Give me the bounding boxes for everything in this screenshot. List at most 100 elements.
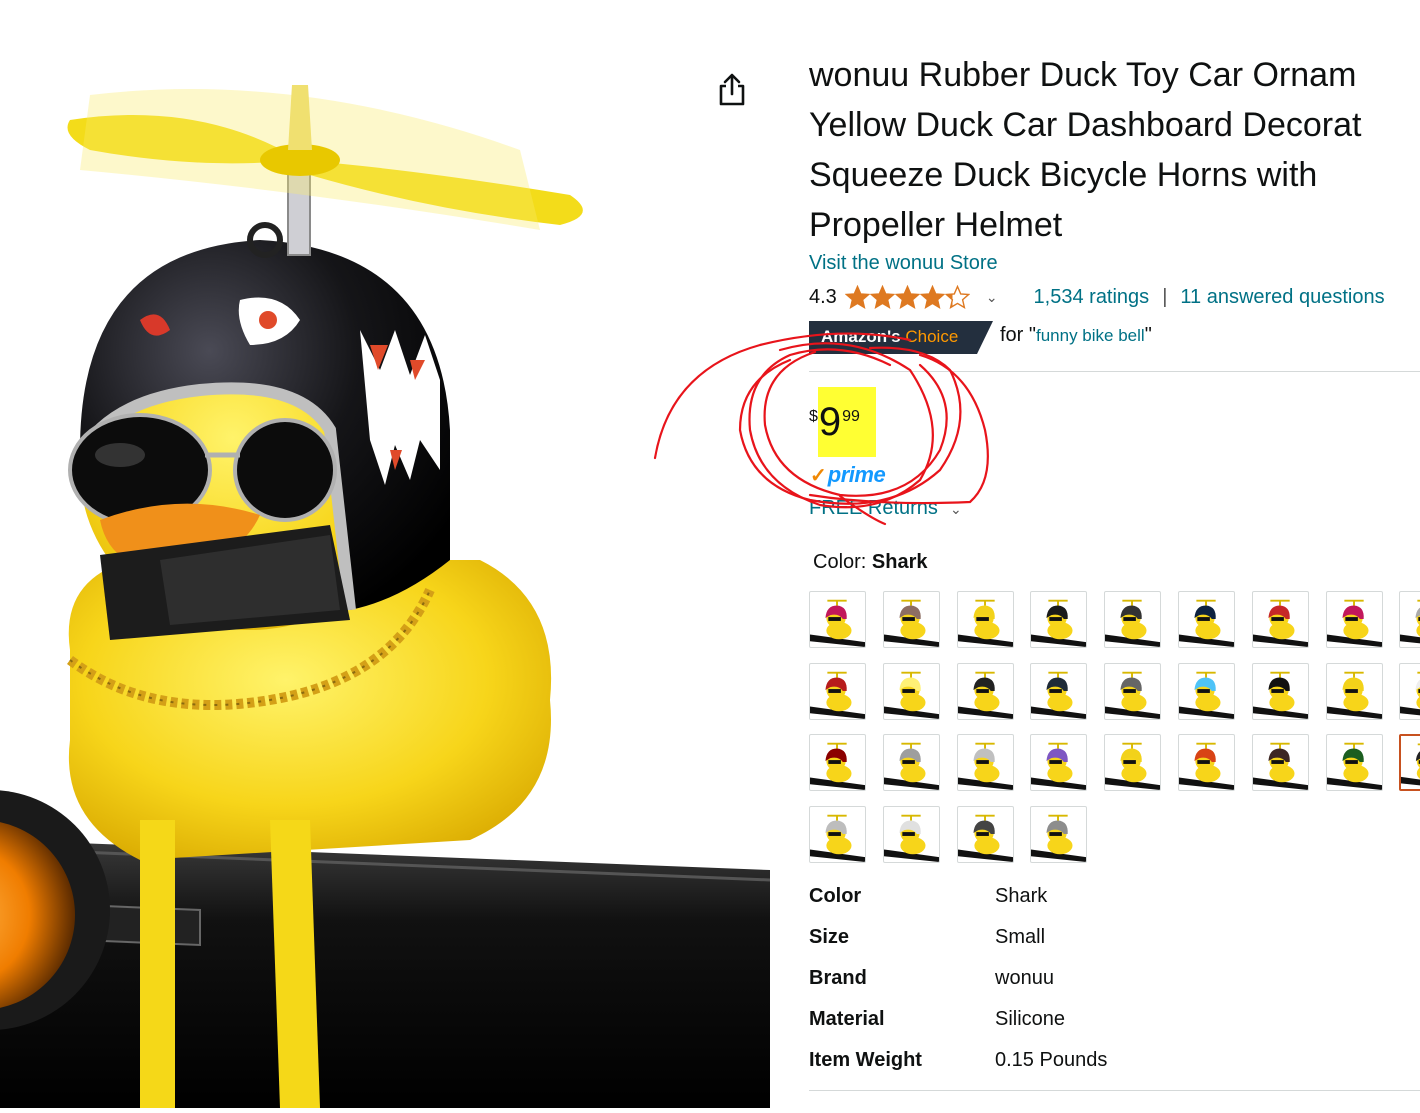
duck-thumbnail-icon xyxy=(1031,814,1087,862)
color-swatch[interactable] xyxy=(956,734,1014,791)
duck-thumbnail-icon xyxy=(1326,742,1382,790)
color-swatch[interactable] xyxy=(1104,591,1162,648)
duck-thumbnail-icon xyxy=(1031,742,1087,790)
color-swatch[interactable] xyxy=(1030,805,1088,863)
title-line: wonuu Rubber Duck Toy Car Ornam xyxy=(809,56,1357,94)
spec-label: Material xyxy=(809,1008,885,1030)
spec-value: wonuu xyxy=(995,967,1054,989)
color-swatch[interactable] xyxy=(1030,734,1088,791)
star-full-icon xyxy=(894,284,920,309)
duck-thumbnail-icon xyxy=(883,671,939,719)
amazons-choice-badge[interactable]: Amazon's Choice xyxy=(809,321,993,354)
duck-thumbnail-icon xyxy=(1105,599,1161,647)
color-label-prefix: Color: xyxy=(813,551,872,573)
color-swatch[interactable] xyxy=(882,805,940,863)
duck-thumbnail-icon xyxy=(1031,599,1087,647)
duck-thumbnail-icon xyxy=(957,671,1013,719)
title-line: Yellow Duck Car Dashboard Decorat xyxy=(809,106,1362,144)
duck-thumbnail-icon xyxy=(1400,599,1420,644)
price: $ 9 99 xyxy=(809,398,860,458)
color-swatch[interactable] xyxy=(1399,662,1420,720)
color-swatch[interactable] xyxy=(1251,591,1309,648)
color-swatch[interactable] xyxy=(809,805,866,863)
store-link[interactable]: Visit the wonuu Store xyxy=(809,252,998,275)
color-swatch[interactable] xyxy=(1178,591,1235,648)
share-button[interactable] xyxy=(716,72,748,108)
spec-value: Silicone xyxy=(995,1008,1066,1030)
product-specs-table: Color Shark Size Small Brand wonuu Mater… xyxy=(809,878,1420,1083)
badge-label-white: Amazon's xyxy=(821,327,901,346)
duck-thumbnail-icon xyxy=(1179,599,1234,647)
duck-thumbnail-icon xyxy=(883,814,939,862)
color-swatch[interactable] xyxy=(1030,591,1088,648)
price-currency-symbol: $ xyxy=(809,408,818,425)
color-swatch[interactable] xyxy=(1325,591,1383,648)
choice-keyword-text: for "funny bike bell" xyxy=(1000,324,1152,347)
duck-thumbnail-icon xyxy=(810,742,865,790)
product-image[interactable] xyxy=(0,0,771,1108)
rubber-duck-helmet-photo xyxy=(0,0,771,1108)
color-swatch[interactable] xyxy=(809,734,866,791)
section-divider xyxy=(809,371,1420,372)
prime-badge: ✓ prime xyxy=(810,461,886,489)
star-rating[interactable] xyxy=(844,284,970,310)
color-swatch[interactable] xyxy=(1104,662,1162,720)
color-swatch[interactable] xyxy=(1178,662,1235,720)
spec-value: Shark xyxy=(995,885,1048,907)
chevron-down-icon[interactable]: ⌄ xyxy=(986,289,998,306)
duck-thumbnail-icon xyxy=(1400,671,1420,715)
star-full-icon xyxy=(869,284,895,309)
color-swatch[interactable] xyxy=(1030,662,1088,720)
color-swatch[interactable] xyxy=(956,591,1014,648)
spec-value: 0.15 Pounds xyxy=(995,1049,1108,1071)
duck-thumbnail-icon xyxy=(810,814,865,862)
star-full-icon xyxy=(919,284,945,309)
price-fraction: 99 xyxy=(842,408,860,425)
color-swatch[interactable] xyxy=(1178,734,1235,791)
duck-thumbnail-icon xyxy=(1179,742,1234,790)
color-swatch[interactable] xyxy=(1325,734,1383,791)
color-swatch[interactable] xyxy=(1104,734,1162,791)
ratings-count-link[interactable]: 1,534 ratings xyxy=(1034,286,1150,309)
rating-value: 4.3 xyxy=(809,285,837,308)
duck-thumbnail-icon xyxy=(957,814,1013,862)
color-swatch[interactable] xyxy=(1399,591,1420,648)
spec-row: Brand wonuu xyxy=(809,960,1420,1001)
color-swatch[interactable] xyxy=(1325,662,1383,720)
duck-thumbnail-icon xyxy=(1031,671,1087,719)
duck-thumbnail-icon xyxy=(957,742,1013,790)
star-half-icon xyxy=(944,284,970,309)
color-swatch[interactable] xyxy=(956,805,1014,863)
duck-thumbnail-icon xyxy=(1179,671,1234,719)
spec-label: Size xyxy=(809,926,850,948)
prime-check-icon: ✓ xyxy=(810,464,827,487)
color-selector-label: Color: Shark xyxy=(813,551,928,574)
spec-label: Item Weight xyxy=(809,1049,922,1071)
color-swatch[interactable] xyxy=(1399,734,1420,791)
duck-thumbnail-icon xyxy=(1252,671,1308,719)
color-swatch[interactable] xyxy=(1251,734,1309,791)
color-swatch[interactable] xyxy=(882,734,940,791)
duck-thumbnail-icon xyxy=(883,599,939,647)
choice-keyword-link[interactable]: funny bike bell xyxy=(1036,326,1145,345)
choice-for-label: for " xyxy=(1000,324,1036,346)
answered-questions-link[interactable]: 11 answered questions xyxy=(1180,286,1384,309)
color-swatch[interactable] xyxy=(882,662,940,720)
duck-thumbnail-icon xyxy=(883,742,939,790)
color-swatch[interactable] xyxy=(956,662,1014,720)
free-returns-link[interactable]: FREE Returns ⌄ xyxy=(809,497,962,520)
duck-thumbnail-icon xyxy=(810,671,865,719)
title-line: Propeller Helmet xyxy=(809,206,1063,244)
choice-close-quote: " xyxy=(1144,324,1152,346)
color-swatch[interactable] xyxy=(809,662,866,720)
title-line: Squeeze Duck Bicycle Horns with xyxy=(809,156,1318,194)
badge-label-orange: Choice xyxy=(905,327,959,346)
color-swatch[interactable] xyxy=(809,591,866,648)
section-divider xyxy=(809,1090,1420,1091)
color-swatch[interactable] xyxy=(882,591,940,648)
rating-separator: | xyxy=(1162,285,1168,308)
price-whole: 9 xyxy=(818,400,842,444)
spec-value: Small xyxy=(995,926,1046,948)
share-icon xyxy=(719,73,745,106)
color-swatch[interactable] xyxy=(1251,662,1309,720)
